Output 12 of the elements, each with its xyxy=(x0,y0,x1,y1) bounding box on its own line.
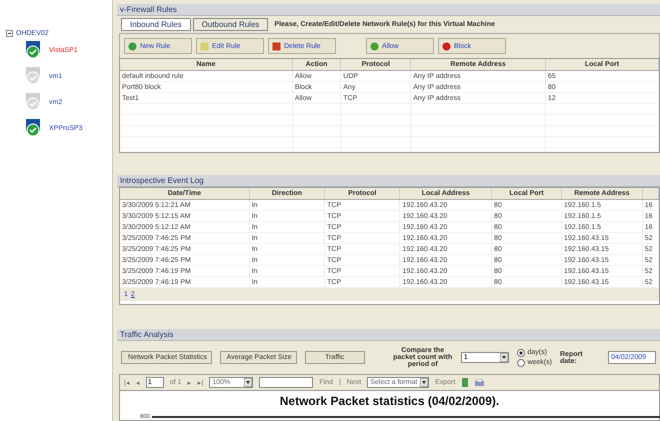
section-header: Introspective Event Log xyxy=(117,175,660,187)
caret-icon[interactable] xyxy=(244,378,252,387)
tab[interactable]: Outbound Rules xyxy=(192,18,268,31)
report-title: Network Packet statistics (04/02/2009). xyxy=(280,393,500,408)
print-icon[interactable] xyxy=(475,378,484,386)
collapse-icon[interactable] xyxy=(6,30,13,37)
section-header: Traffic Analysis xyxy=(117,329,660,341)
caret-icon[interactable] xyxy=(420,378,428,387)
section-header: v-Firewall Rules xyxy=(117,4,660,16)
caret-icon[interactable] xyxy=(500,353,508,362)
find-field[interactable] xyxy=(259,377,314,388)
tab[interactable]: Inbound Rules xyxy=(121,18,191,31)
